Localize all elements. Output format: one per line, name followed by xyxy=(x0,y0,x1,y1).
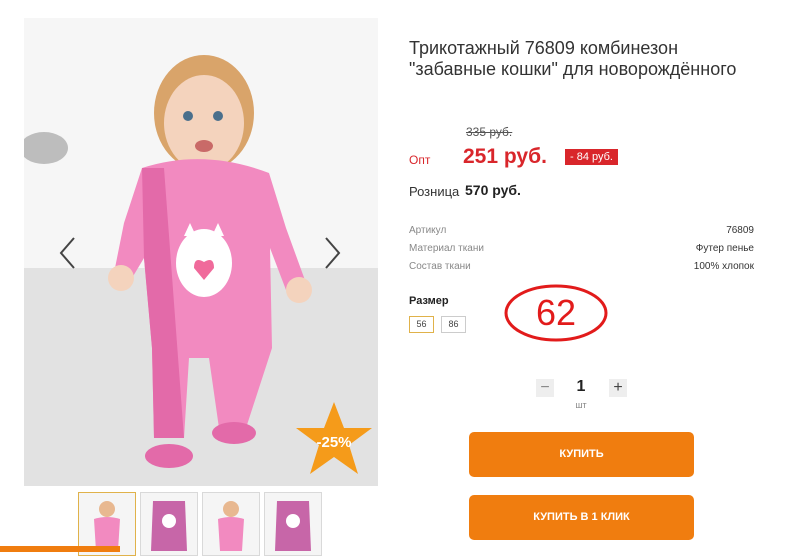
quantity-decrease-button[interactable]: − xyxy=(536,379,554,397)
spec-row: Материал ткани Футер пенье xyxy=(409,242,754,260)
discount-star-badge: -25% xyxy=(294,400,374,480)
thumbnail-2[interactable] xyxy=(140,492,198,556)
discount-percent: -25% xyxy=(316,434,352,451)
gallery-prev-arrow[interactable] xyxy=(58,236,78,270)
spec-key: Состав ткани xyxy=(409,261,471,272)
thumbnail-4[interactable] xyxy=(264,492,322,556)
discount-amount-badge: - 84 руб. xyxy=(565,149,618,165)
wholesale-price-label: Опт xyxy=(409,153,431,167)
spec-row: Состав ткани 100% хлопок xyxy=(409,260,754,278)
product-specs: Артикул 76809 Материал ткани Футер пенье… xyxy=(409,224,754,278)
size-option-56[interactable]: 56 xyxy=(409,316,434,333)
handwritten-size-text: 62 xyxy=(536,292,576,333)
handwritten-size-note: 62 xyxy=(500,280,612,349)
quantity-value[interactable]: 1 xyxy=(566,378,596,396)
buy-button[interactable]: КУПИТЬ xyxy=(469,432,694,477)
spec-row: Артикул 76809 xyxy=(409,224,754,242)
bottom-accent-bar xyxy=(0,546,120,552)
size-option-86[interactable]: 86 xyxy=(441,316,466,333)
spec-value: Футер пенье xyxy=(695,243,754,254)
spec-value: 100% хлопок xyxy=(693,261,754,272)
quantity-increase-button[interactable]: + xyxy=(609,379,627,397)
spec-value: 76809 xyxy=(726,225,754,236)
thumbnail-3[interactable] xyxy=(202,492,260,556)
retail-price: 570 руб. xyxy=(465,182,521,198)
gallery-next-arrow[interactable] xyxy=(322,236,342,270)
old-price: 335 руб. xyxy=(466,125,513,139)
wholesale-price: 251 руб. xyxy=(463,145,547,168)
spec-key: Артикул xyxy=(409,225,447,236)
spec-key: Материал ткани xyxy=(409,243,484,254)
retail-price-label: Розница xyxy=(409,184,460,199)
buy-one-click-button[interactable]: КУПИТЬ В 1 КЛИК xyxy=(469,495,694,540)
product-title: Трикотажный 76809 комбинезон "забавные к… xyxy=(409,38,737,79)
size-label: Размер xyxy=(409,295,449,307)
quantity-unit: шт xyxy=(575,400,587,410)
